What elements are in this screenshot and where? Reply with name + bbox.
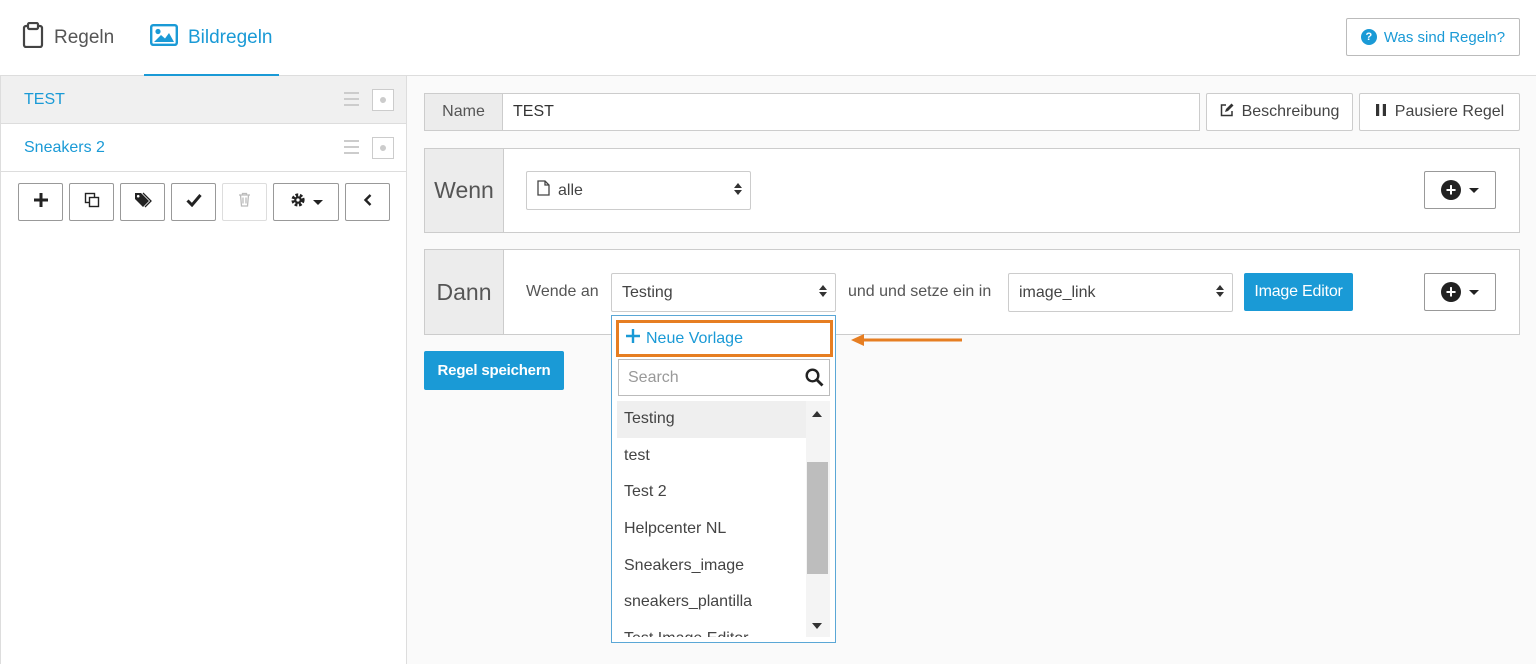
search-placeholder: Search — [628, 368, 679, 386]
list-item[interactable]: Test Image Editor — [617, 621, 807, 637]
drag-handle-icon[interactable] — [344, 140, 359, 154]
plus-circle-icon: + — [1441, 282, 1461, 302]
file-icon — [537, 180, 550, 201]
apply-label: Wende an — [526, 283, 599, 300]
trash-icon — [238, 192, 251, 212]
list-item[interactable]: test — [617, 438, 807, 475]
chevron-down-icon — [312, 199, 323, 205]
tab-regeln-label: Regeln — [54, 27, 115, 48]
copy-rule-button[interactable] — [69, 183, 114, 221]
clipboard-icon — [22, 21, 44, 54]
dropdown-search-input[interactable]: Search — [618, 359, 830, 396]
scrollbar-thumb[interactable] — [807, 462, 828, 574]
rule-name: TEST — [24, 90, 65, 108]
add-condition-button[interactable]: + — [1424, 171, 1496, 209]
template-select[interactable]: Testing — [611, 273, 836, 312]
rule-toggle[interactable] — [372, 89, 394, 111]
list-item[interactable]: Helpcenter NL — [617, 511, 807, 548]
new-template-label: Neue Vorlage — [646, 329, 743, 347]
tab-regeln[interactable]: Regeln — [22, 0, 114, 76]
question-circle-icon: ? — [1360, 29, 1377, 45]
settings-dropdown-button[interactable] — [273, 183, 339, 221]
description-button-label: Beschreibung — [1241, 103, 1340, 120]
new-template-option[interactable]: Neue Vorlage — [616, 320, 833, 357]
scroll-down-icon[interactable] — [812, 623, 822, 629]
activate-button[interactable] — [171, 183, 216, 221]
chevron-down-icon — [1469, 187, 1479, 193]
tags-icon — [134, 192, 152, 213]
add-action-button[interactable]: + — [1424, 273, 1496, 311]
scroll-up-icon[interactable] — [812, 411, 822, 417]
image-editor-button[interactable]: Image Editor — [1244, 273, 1353, 311]
select-arrows-icon — [734, 183, 742, 195]
sidebar-toolbar — [18, 183, 390, 221]
select-arrows-icon — [1216, 285, 1224, 297]
tab-bildregeln-label: Bildregeln — [188, 26, 273, 48]
description-button[interactable]: Beschreibung — [1206, 93, 1353, 131]
help-button-label: Was sind Regeln? — [1383, 28, 1506, 46]
condition-label: Wenn — [425, 149, 504, 232]
image-icon — [150, 23, 179, 52]
help-button[interactable]: ? Was sind Regeln? — [1346, 18, 1520, 56]
list-item[interactable]: sneakers_plantilla — [617, 584, 807, 621]
plus-circle-icon: + — [1441, 180, 1461, 200]
condition-select[interactable]: alle — [526, 171, 751, 210]
action-panel: Dann Wende an Testing und und setze ein … — [424, 249, 1520, 335]
gear-icon — [290, 192, 306, 213]
check-icon — [185, 193, 202, 212]
condition-select-value: alle — [558, 181, 583, 199]
select-arrows-icon — [819, 285, 827, 297]
rule-editor: Name TEST Beschreibung Pausiere Regel We… — [407, 76, 1536, 664]
template-options-list: Testing test Test 2 Helpcenter NL Sneake… — [617, 401, 807, 637]
dropdown-scrollbar[interactable] — [806, 401, 830, 637]
rules-sidebar: TEST Sneakers 2 — [0, 76, 407, 664]
top-tab-bar: Regeln Bildregeln ? Was sind Regeln? — [0, 0, 1536, 76]
edit-icon — [1220, 103, 1234, 122]
plus-icon — [33, 192, 49, 213]
pause-rule-button[interactable]: Pausiere Regel — [1359, 93, 1520, 131]
list-item[interactable]: Testing — [617, 401, 807, 438]
condition-panel: Wenn alle + — [424, 148, 1520, 233]
tab-bildregeln[interactable]: Bildregeln — [144, 0, 279, 76]
pause-icon — [1375, 103, 1387, 122]
add-rule-button[interactable] — [18, 183, 63, 221]
chevron-down-icon — [1469, 289, 1479, 295]
drag-handle-icon[interactable] — [344, 92, 359, 106]
name-label: Name — [424, 93, 503, 131]
insert-label: und und setze ein in — [848, 283, 992, 300]
rule-list-item[interactable]: TEST — [1, 76, 406, 124]
chevron-left-icon — [363, 193, 373, 212]
list-item[interactable]: Sneakers_image — [617, 547, 807, 584]
rule-name-input[interactable]: TEST — [502, 93, 1200, 131]
action-label: Dann — [425, 250, 504, 334]
template-select-value: Testing — [622, 283, 673, 301]
pause-button-label: Pausiere Regel — [1394, 103, 1505, 120]
copy-icon — [84, 192, 100, 213]
field-select-value: image_link — [1019, 283, 1096, 301]
plus-icon — [626, 329, 640, 348]
tags-button[interactable] — [120, 183, 165, 221]
rule-name: Sneakers 2 — [24, 138, 105, 156]
rule-list-item[interactable]: Sneakers 2 — [1, 124, 406, 172]
search-icon — [805, 368, 824, 392]
delete-button[interactable] — [222, 183, 267, 221]
list-item[interactable]: Test 2 — [617, 474, 807, 511]
rule-toggle[interactable] — [372, 137, 394, 159]
field-select[interactable]: image_link — [1008, 273, 1233, 312]
app-root: Regeln Bildregeln ? Was sind Regeln? TES… — [0, 0, 1536, 664]
collapse-sidebar-button[interactable] — [345, 183, 390, 221]
annotation-arrow-icon — [850, 331, 965, 354]
save-rule-button[interactable]: Regel speichern — [424, 351, 564, 390]
